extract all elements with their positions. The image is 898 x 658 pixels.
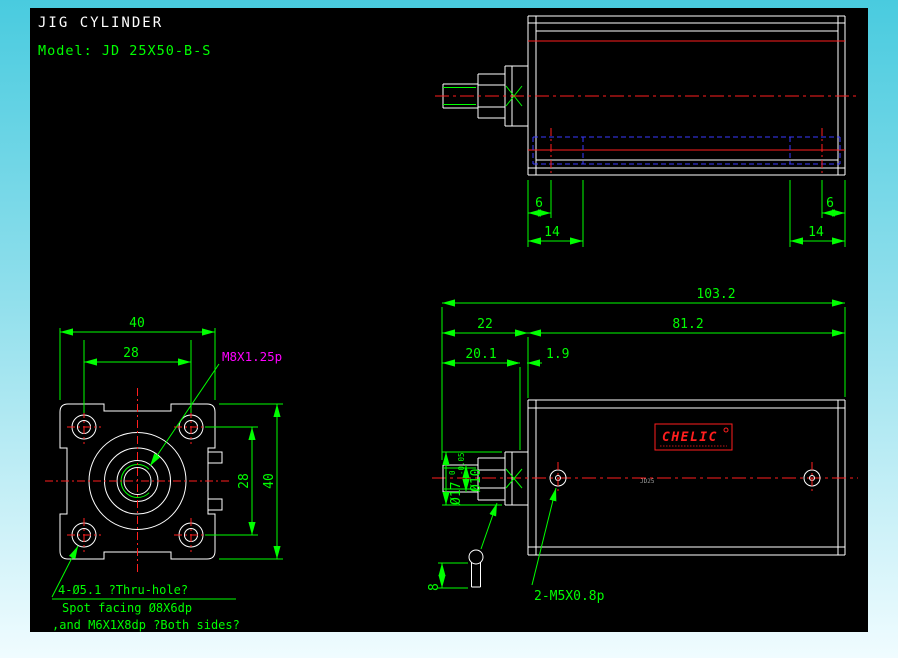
dim-40-right: 40 bbox=[262, 473, 277, 489]
drawing-canvas bbox=[30, 8, 868, 632]
svg-text:0: 0 bbox=[448, 470, 457, 475]
svg-text:Ø10: Ø10 bbox=[469, 469, 484, 492]
cad-viewport: JIG CYLINDER Model: JD 25X50-B-S 6 14 6 … bbox=[0, 0, 898, 658]
dim-40-top: 40 bbox=[129, 316, 145, 331]
dim-20-1: 20.1 bbox=[465, 347, 496, 362]
dim-1-9: 1.9 bbox=[546, 347, 569, 362]
dim-14-right: 14 bbox=[808, 225, 824, 240]
note-line-2: Spot facing Ø8X6dp bbox=[62, 601, 192, 615]
logo-text: CHELIC bbox=[662, 430, 718, 445]
note-line-3: ,and M6X1X8dp ?Both sides? bbox=[52, 618, 240, 632]
svg-text:Ø17: Ø17 bbox=[449, 482, 464, 505]
dim-14-left: 14 bbox=[544, 225, 560, 240]
dim-6-right: 6 bbox=[826, 196, 834, 211]
svg-text:28: 28 bbox=[237, 473, 252, 489]
dim-8: 8 bbox=[427, 583, 442, 591]
dim-28-right: 28 bbox=[237, 473, 252, 489]
svg-text:8: 8 bbox=[427, 583, 442, 591]
body-stamp: JD25 bbox=[640, 478, 655, 485]
model-label: Model: JD 25X50-B-S bbox=[38, 43, 211, 59]
note-line-1: 4-Ø5.1 ?Thru-hole? bbox=[58, 583, 188, 597]
drawing-title: JIG CYLINDER bbox=[38, 15, 163, 31]
port-label: 2-M5X0.8p bbox=[534, 589, 605, 604]
dim-28-top: 28 bbox=[123, 346, 139, 361]
dim-22: 22 bbox=[477, 317, 493, 332]
thread-label: M8X1.25p bbox=[222, 349, 282, 364]
dim-81-2: 81.2 bbox=[672, 317, 703, 332]
svg-text:40: 40 bbox=[262, 473, 277, 489]
dim-dia-10: Ø10 bbox=[469, 469, 484, 492]
dim-6-left: 6 bbox=[535, 196, 543, 211]
svg-text:-0.05: -0.05 bbox=[457, 452, 466, 475]
dim-total-length: 103.2 bbox=[696, 287, 735, 302]
